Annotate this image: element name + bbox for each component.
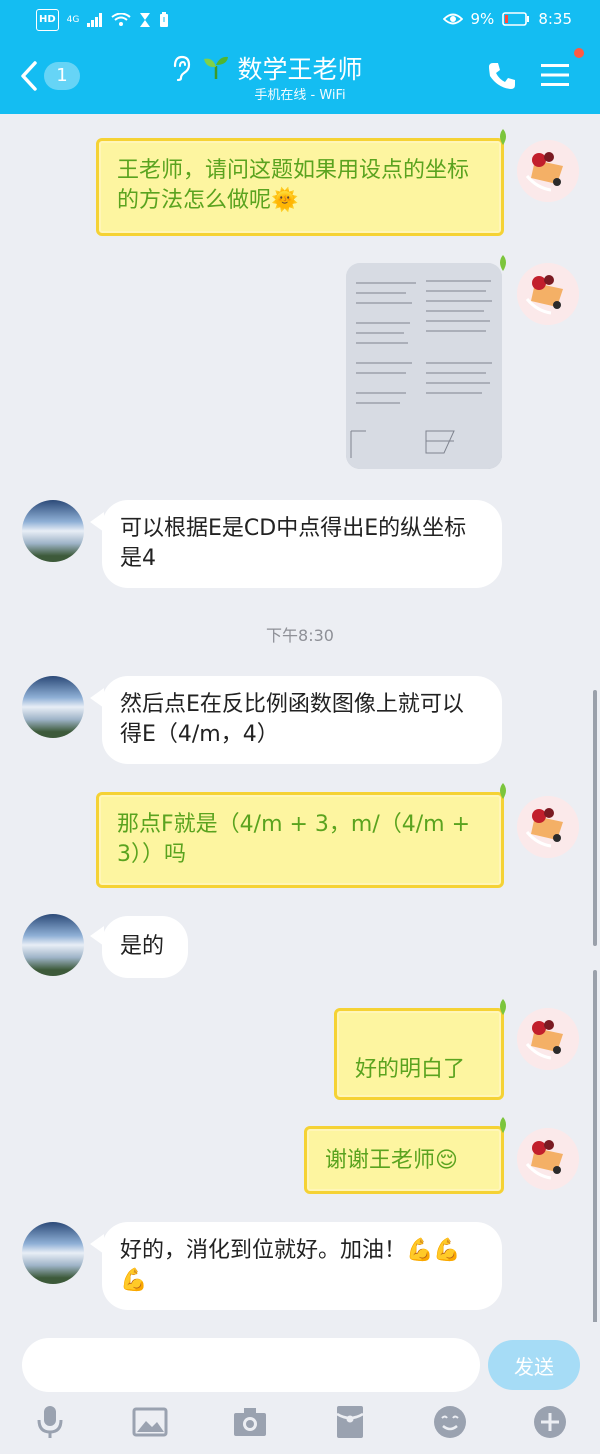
chat-header: 1 数学王老师 手机在线 - WiFi	[0, 38, 600, 114]
status-left: HD 4G	[36, 9, 169, 31]
message-bubble-received[interactable]: 好的，消化到位就好。加油！💪💪💪	[102, 1222, 502, 1310]
message-text: 可以根据E是CD中点得出E的纵坐标是4	[120, 516, 467, 571]
message-bubble-sent[interactable]: 王老师，请问这题如果用设点的坐标的方法怎么做呢🌞	[96, 138, 504, 236]
message-bubble-sent[interactable]: 那点F就是（4/m + 3，m/（4/m + 3））吗	[96, 792, 504, 888]
menu-icon	[541, 64, 569, 86]
status-right: 9% 8:35	[442, 9, 572, 29]
emoji-icon[interactable]	[432, 1404, 468, 1440]
leaf-decoration-icon	[500, 255, 506, 271]
message-bubble-received[interactable]: 是的	[102, 916, 188, 978]
camera-icon[interactable]	[232, 1404, 268, 1440]
battery-alert-icon	[160, 12, 169, 27]
scrollbar[interactable]	[593, 970, 597, 1330]
message-input[interactable]	[22, 1338, 480, 1392]
wifi-icon	[111, 13, 131, 26]
message-text: 然后点E在反比例函数图像上就可以得E（4/m，4）	[120, 692, 464, 747]
avatar-self[interactable]	[517, 1008, 579, 1070]
menu-button[interactable]	[540, 60, 574, 92]
message-text: 好的明白了	[355, 1057, 466, 1082]
scrollbar[interactable]	[593, 690, 597, 946]
hourglass-icon	[140, 13, 151, 27]
plus-icon[interactable]	[532, 1404, 568, 1440]
status-bar: HD 4G 9% 8:35	[0, 0, 600, 38]
message-bubble-received[interactable]: 可以根据E是CD中点得出E的纵坐标是4	[102, 500, 502, 588]
avatar-contact[interactable]	[22, 1222, 84, 1284]
message-text: 那点F就是（4/m + 3，m/（4/m + 3））吗	[117, 812, 471, 867]
phone-icon	[489, 63, 515, 89]
battery-percent: 9%	[470, 10, 495, 28]
leaf-decoration-icon	[500, 999, 506, 1015]
avatar-contact[interactable]	[22, 914, 84, 976]
clock: 8:35	[538, 10, 572, 28]
leaf-decoration-icon	[500, 129, 506, 145]
avatar-contact[interactable]	[22, 676, 84, 738]
avatar-self[interactable]	[517, 140, 579, 202]
eye-icon	[442, 13, 463, 25]
hd-badge: HD	[36, 9, 59, 31]
message-text: 好的，消化到位就好。加油！💪💪💪	[120, 1238, 461, 1293]
network-type: 4G	[66, 15, 80, 25]
message-text: 王老师，请问这题如果用设点的坐标的方法怎么做呢🌞	[117, 158, 470, 213]
image-icon[interactable]	[132, 1404, 168, 1440]
notification-dot	[574, 48, 584, 58]
send-button[interactable]: 发送	[488, 1340, 580, 1390]
message-text: 谢谢王老师😌	[325, 1148, 458, 1173]
leaf-decoration-icon	[500, 1117, 506, 1133]
message-bubble-sent[interactable]: 好的明白了	[334, 1008, 504, 1100]
red-packet-icon[interactable]	[332, 1404, 368, 1440]
message-bubble-received[interactable]: 然后点E在反比例函数图像上就可以得E（4/m，4）	[102, 676, 502, 764]
microphone-icon[interactable]	[32, 1404, 68, 1440]
leaf-decoration-icon	[500, 783, 506, 799]
call-button[interactable]	[486, 60, 518, 92]
battery-icon	[502, 12, 530, 26]
message-image[interactable]	[346, 263, 502, 469]
message-timestamp: 下午8:30	[266, 626, 334, 645]
input-toolbar	[0, 1390, 600, 1454]
signal-icon	[87, 13, 103, 27]
avatar-self[interactable]	[517, 263, 579, 325]
avatar-self[interactable]	[517, 796, 579, 858]
message-text: 是的	[120, 934, 165, 959]
avatar-self[interactable]	[517, 1128, 579, 1190]
message-bubble-sent[interactable]: 谢谢王老师😌	[304, 1126, 504, 1194]
avatar-contact[interactable]	[22, 500, 84, 562]
